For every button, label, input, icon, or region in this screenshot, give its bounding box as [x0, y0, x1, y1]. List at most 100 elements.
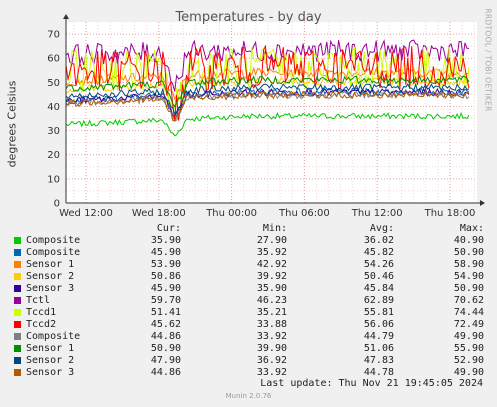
legend-min-value: 39.92	[256, 271, 287, 282]
legend-cur-value: 45.90	[150, 247, 181, 258]
x-tick-label: Wed 18:00	[132, 208, 186, 219]
legend-row: Composite 35.90 27.90 36.02 40.90	[14, 235, 484, 247]
legend-cur-value: 50.90	[150, 343, 181, 354]
legend-swatch	[14, 333, 21, 340]
legend-min-value: 27.90	[256, 235, 287, 246]
legend-min-value: 39.90	[256, 343, 287, 354]
legend-avg-value: 62.89	[363, 295, 394, 306]
legend-cur-value: 59.70	[150, 295, 181, 306]
legend-row: Sensor 2 47.90 36.92 47.83 52.90	[14, 355, 484, 367]
legend-swatch	[14, 297, 21, 304]
rrdtool-watermark: RRDTOOL / TOBI OETIKER	[483, 8, 493, 112]
legend-swatch	[14, 273, 21, 280]
legend-cur-value: 45.90	[150, 283, 181, 294]
x-tick-label: Thu 00:00	[205, 208, 257, 219]
legend-series-name: Sensor 3	[26, 283, 75, 294]
legend-row: Tccd2 45.62 33.88 56.06 72.49	[14, 319, 484, 331]
legend-min-value: 35.21	[256, 307, 287, 318]
legend-swatch	[14, 321, 21, 328]
legend-min-value: 46.23	[256, 295, 287, 306]
legend-swatch	[14, 261, 21, 268]
legend-row: Composite 44.86 33.92 44.79 49.90	[14, 331, 484, 343]
y-axis-label: degrees Celsius	[5, 80, 19, 168]
legend-cur-value: 53.90	[150, 259, 181, 270]
legend-series-name: Tccd2	[26, 319, 57, 330]
legend-avg-value: 44.78	[363, 367, 394, 378]
legend-min-value: 35.90	[256, 283, 287, 294]
legend-max-value: 74.44	[453, 307, 484, 318]
y-tick-label: 20	[47, 150, 60, 161]
legend-series-name: Sensor 1	[26, 343, 75, 354]
legend-max-value: 49.90	[453, 331, 484, 342]
legend-series-name: Sensor 1	[26, 259, 75, 270]
legend-max-value: 72.49	[453, 319, 484, 330]
y-tick-label: 40	[47, 102, 60, 113]
legend-series-name: Tccd1	[26, 307, 57, 318]
legend-avg-value: 45.82	[363, 247, 394, 258]
legend-row: Composite 45.90 35.92 45.82 50.90	[14, 247, 484, 259]
legend-max-value: 40.90	[453, 235, 484, 246]
legend-min-value: 42.92	[256, 259, 287, 270]
legend-swatch	[14, 345, 21, 352]
legend-swatch	[14, 309, 21, 316]
legend-min-value: 33.92	[256, 331, 287, 342]
y-tick-label: 60	[47, 54, 60, 65]
legend-avg-value: 36.02	[363, 235, 394, 246]
legend-swatch	[14, 285, 21, 292]
legend-avg-value: 47.83	[363, 355, 394, 366]
legend-cur-value: 50.86	[150, 271, 181, 282]
legend-avg-value: 54.26	[363, 259, 394, 270]
legend-swatch	[14, 369, 21, 376]
legend-avg-value: 45.84	[363, 283, 394, 294]
legend-cur-value: 47.90	[150, 355, 181, 366]
legend-series-name: Sensor 2	[26, 271, 75, 282]
legend-avg-value: 55.81	[363, 307, 394, 318]
legend-row: Tctl 59.70 46.23 62.89 70.62	[14, 295, 484, 307]
legend-swatch	[14, 357, 21, 364]
x-tick-label: Wed 12:00	[59, 208, 113, 219]
legend-row: Sensor 1 53.90 42.92 54.26 58.90	[14, 259, 484, 271]
legend-avg-value: 51.06	[363, 343, 394, 354]
legend-min-value: 35.92	[256, 247, 287, 258]
legend-max-value: 50.90	[453, 283, 484, 294]
legend-max-value: 54.90	[453, 271, 484, 282]
legend-header-max: Max:	[459, 223, 484, 234]
legend-max-value: 49.90	[453, 367, 484, 378]
legend-max-value: 50.90	[453, 247, 484, 258]
x-tick-label: Thu 06:00	[278, 208, 330, 219]
y-tick-label: 30	[47, 126, 60, 137]
legend-min-value: 33.92	[256, 367, 287, 378]
legend-row: Sensor 1 50.90 39.90 51.06 55.90	[14, 343, 484, 355]
legend-swatch	[14, 237, 21, 244]
last-update: Last update: Thu Nov 21 19:45:05 2024	[260, 378, 483, 389]
legend-series-name: Sensor 2	[26, 355, 75, 366]
y-tick-label: 10	[47, 174, 60, 185]
legend-series-name: Sensor 3	[26, 367, 75, 378]
y-tick-label: 70	[47, 30, 60, 41]
legend-max-value: 55.90	[453, 343, 484, 354]
legend-cur-value: 51.41	[150, 307, 181, 318]
legend-series-name: Tctl	[26, 295, 51, 306]
legend-row: Tccd1 51.41 35.21 55.81 74.44	[14, 307, 484, 319]
x-axis-arrow	[480, 200, 485, 206]
legend-min-value: 36.92	[256, 355, 287, 366]
legend-max-value: 52.90	[453, 355, 484, 366]
legend-header-cur: Cur:	[156, 223, 181, 234]
legend-swatch	[14, 249, 21, 256]
legend-avg-value: 44.79	[363, 331, 394, 342]
legend-min-value: 33.88	[256, 319, 287, 330]
munin-version: Munin 2.0.76	[225, 392, 272, 400]
legend-max-value: 70.62	[453, 295, 484, 306]
legend-cur-value: 35.90	[150, 235, 181, 246]
legend-series-name: Composite	[26, 331, 81, 342]
legend-row: Sensor 3 45.90 35.90 45.84 50.90	[14, 283, 484, 295]
legend-cur-value: 45.62	[150, 319, 181, 330]
legend-header-avg: Avg:	[369, 223, 394, 234]
legend-row: Sensor 2 50.86 39.92 50.46 54.90	[14, 271, 484, 283]
legend-cur-value: 44.86	[150, 367, 181, 378]
legend-avg-value: 56.06	[363, 319, 394, 330]
legend-series-name: Composite	[26, 235, 81, 246]
legend-header-min: Min:	[262, 223, 287, 234]
x-tick-label: Thu 12:00	[351, 208, 403, 219]
legend-cur-value: 44.86	[150, 331, 181, 342]
